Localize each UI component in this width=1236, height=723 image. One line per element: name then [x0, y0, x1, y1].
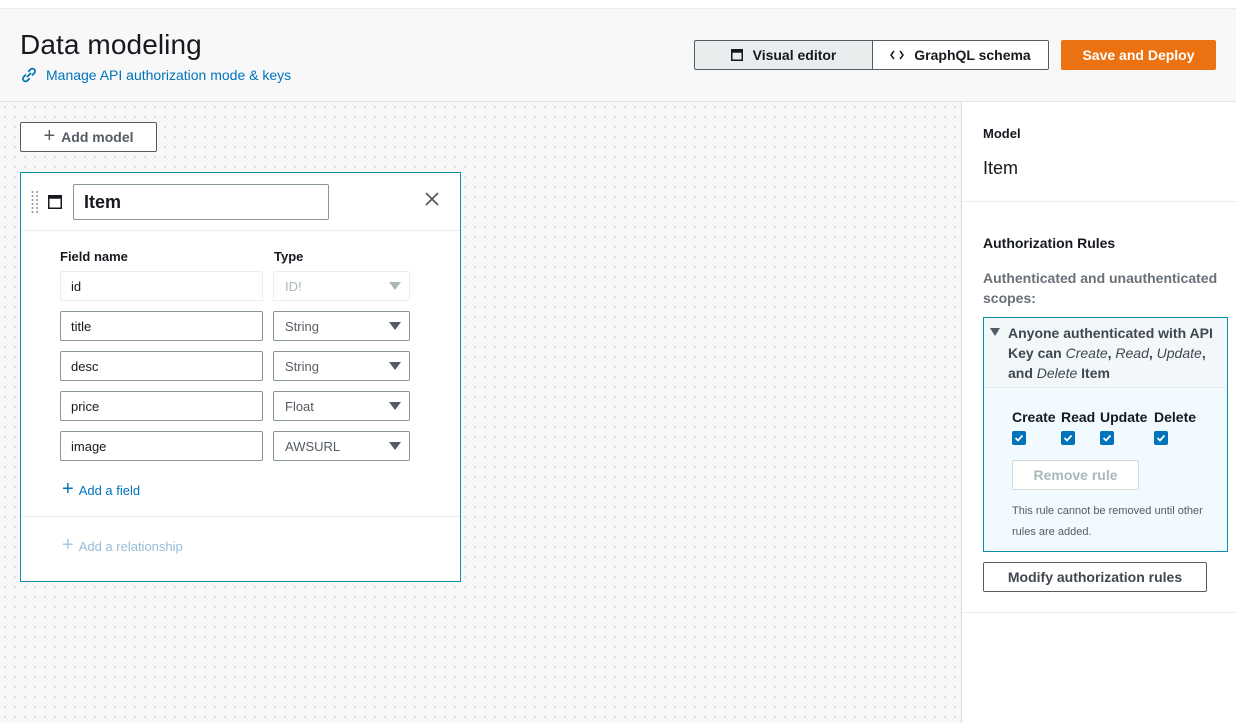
permission-label-read: Read — [1061, 409, 1096, 425]
type-select-value: AWSURL — [285, 438, 341, 454]
checkbox-create[interactable] — [1012, 431, 1026, 445]
tab-graphql-schema-label: GraphQL schema — [914, 47, 1031, 63]
manage-auth-link-label: Manage API authorization mode & keys — [46, 67, 292, 83]
type-select-value: Float — [285, 398, 314, 414]
field-name-header: Field name — [60, 249, 128, 264]
caret-down-icon — [389, 362, 401, 370]
caret-down-icon[interactable] — [990, 328, 1000, 336]
save-and-deploy-button[interactable]: Save and Deploy — [1061, 40, 1216, 70]
check-icon — [1156, 434, 1166, 442]
check-icon — [1014, 434, 1024, 442]
permission-label-delete: Delete — [1154, 409, 1197, 425]
divider — [962, 612, 1236, 613]
type-select-value: String — [285, 358, 319, 374]
type-select-image[interactable]: AWSURL — [273, 431, 410, 461]
plus-icon: + — [62, 478, 74, 500]
modify-authorization-rules-button[interactable]: Modify authorization rules — [983, 562, 1207, 592]
type-header: Type — [274, 249, 304, 264]
remove-rule-note: This rule cannot be removed until other … — [1012, 505, 1203, 538]
auth-rule-card: Anyone authenticated with API Key can Cr… — [983, 317, 1228, 552]
auth-rule-header[interactable]: Anyone authenticated with API Key can Cr… — [984, 318, 1227, 386]
model-name-input[interactable] — [73, 184, 329, 220]
auth-rule-title: Anyone authenticated with API Key can Cr… — [1008, 325, 1213, 381]
model-card: Field name Type ID! String String Float … — [20, 172, 461, 582]
close-icon[interactable] — [425, 192, 439, 206]
properties-panel: Model Item Authorization Rules Authentic… — [961, 102, 1236, 723]
code-icon — [890, 50, 905, 60]
model-canvas: + Add model Fi — [0, 102, 961, 723]
editor-mode-toggle: Visual editor GraphQL schema — [694, 40, 1049, 70]
model-card-header — [21, 173, 460, 231]
add-field-label: Add a field — [78, 482, 141, 498]
link-icon — [22, 67, 36, 83]
page-header: Data modeling Manage API authorization m… — [0, 9, 1236, 102]
add-relationship-label: Add a relationship — [78, 538, 183, 554]
field-name-input-id — [60, 271, 263, 301]
caret-down-icon — [389, 402, 401, 410]
add-relationship-link: + Add a relationship — [62, 534, 183, 556]
checkbox-update[interactable] — [1100, 431, 1114, 445]
model-value: Item — [983, 158, 1019, 178]
plus-icon: + — [62, 534, 74, 556]
auth-rule-body: Create Read Update Delete Remove rule Th… — [984, 387, 1227, 551]
checkbox-delete[interactable] — [1154, 431, 1168, 445]
type-select-value: String — [285, 318, 319, 334]
field-name-input-title[interactable] — [60, 311, 263, 341]
tab-visual-editor[interactable]: Visual editor — [694, 40, 873, 70]
plus-icon: + — [43, 125, 56, 147]
model-table-icon — [48, 195, 62, 209]
divider — [21, 516, 460, 517]
check-icon — [1102, 434, 1112, 442]
scopes-label: Authenticated and unauthenticated scopes… — [983, 270, 1218, 306]
drag-handle-icon[interactable] — [31, 190, 39, 214]
checkbox-read[interactable] — [1061, 431, 1075, 445]
page-title: Data modeling — [20, 29, 202, 60]
top-strip — [0, 0, 1236, 9]
field-name-input-price[interactable] — [60, 391, 263, 421]
remove-rule-button: Remove rule — [1012, 460, 1139, 490]
type-select-price[interactable]: Float — [273, 391, 410, 421]
model-label: Model — [983, 126, 1021, 141]
check-icon — [1063, 434, 1073, 442]
authorization-rules-heading: Authorization Rules — [983, 235, 1116, 251]
permission-label-update: Update — [1100, 409, 1148, 425]
add-model-label: Add model — [61, 129, 134, 145]
manage-auth-link[interactable]: Manage API authorization mode & keys — [20, 66, 291, 84]
permission-label-create: Create — [1012, 409, 1056, 425]
type-select-id: ID! — [273, 271, 410, 301]
type-select-title[interactable]: String — [273, 311, 410, 341]
divider — [962, 201, 1236, 202]
tab-visual-editor-label: Visual editor — [752, 47, 837, 63]
type-select-desc[interactable]: String — [273, 351, 410, 381]
add-field-link[interactable]: + Add a field — [62, 478, 141, 500]
caret-down-icon — [389, 442, 401, 450]
tab-graphql-schema[interactable]: GraphQL schema — [873, 40, 1049, 70]
field-name-input-desc[interactable] — [60, 351, 263, 381]
caret-down-icon — [389, 322, 401, 330]
caret-down-icon — [389, 282, 401, 290]
field-name-input-image[interactable] — [60, 431, 263, 461]
window-icon — [730, 49, 743, 61]
type-select-value: ID! — [285, 278, 302, 294]
add-model-button[interactable]: + Add model — [20, 122, 157, 152]
